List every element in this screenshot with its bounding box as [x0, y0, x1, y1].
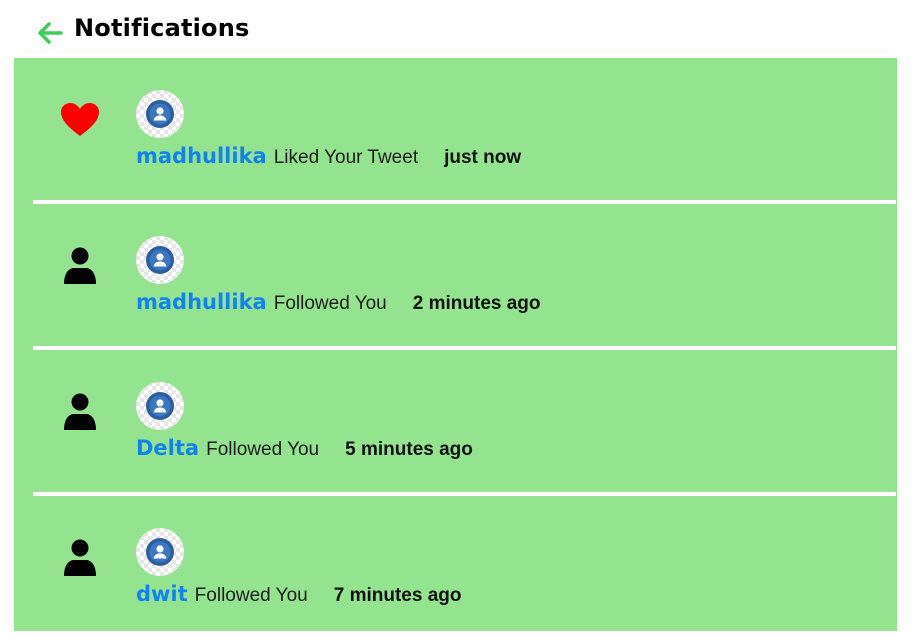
avatar[interactable]	[136, 236, 184, 284]
person-icon	[58, 390, 102, 434]
notification-time: just now	[444, 147, 522, 168]
notification-time: 2 minutes ago	[412, 293, 541, 314]
page-title: Notifications	[74, 14, 250, 42]
back-button[interactable]	[36, 20, 64, 46]
notification-time: 7 minutes ago	[333, 585, 462, 606]
notification-action: Followed You	[273, 293, 387, 314]
notification-time: 5 minutes ago	[345, 439, 473, 460]
user-avatar-icon	[146, 100, 174, 128]
username-link[interactable]: madhullika	[136, 144, 267, 168]
notification-item: Delta Followed You 5 minutes ago	[14, 350, 897, 496]
notification-list: madhullika Liked Your Tweet just now mad…	[14, 58, 897, 642]
heart-icon	[58, 98, 102, 142]
notification-action: Followed You	[194, 585, 308, 606]
user-avatar-icon	[146, 246, 174, 274]
notifications-page: Notifications madhullika Liked Your Twee	[14, 0, 897, 631]
notification-item: madhullika Liked Your Tweet just now	[14, 58, 897, 204]
username-link[interactable]: Delta	[136, 436, 199, 460]
page-header: Notifications	[14, 0, 897, 58]
user-avatar-icon	[146, 538, 174, 566]
avatar[interactable]	[136, 90, 184, 138]
notification-item: dwit Followed You 7 minutes ago	[14, 496, 897, 642]
notification-text: madhullika Liked Your Tweet just now	[136, 144, 521, 169]
notification-item: madhullika Followed You 2 minutes ago	[14, 204, 897, 350]
person-icon	[58, 536, 102, 580]
avatar[interactable]	[136, 528, 184, 576]
username-link[interactable]: dwit	[136, 582, 188, 606]
notification-text: dwit Followed You 7 minutes ago	[136, 582, 461, 607]
notification-action: Liked Your Tweet	[273, 147, 419, 168]
notification-text: madhullika Followed You 2 minutes ago	[136, 290, 541, 315]
person-icon	[58, 244, 102, 288]
avatar[interactable]	[136, 382, 184, 430]
notification-action: Followed You	[206, 439, 320, 460]
user-avatar-icon	[146, 392, 174, 420]
username-link[interactable]: madhullika	[136, 290, 267, 314]
arrow-left-icon	[38, 22, 63, 44]
notification-text: Delta Followed You 5 minutes ago	[136, 436, 473, 461]
